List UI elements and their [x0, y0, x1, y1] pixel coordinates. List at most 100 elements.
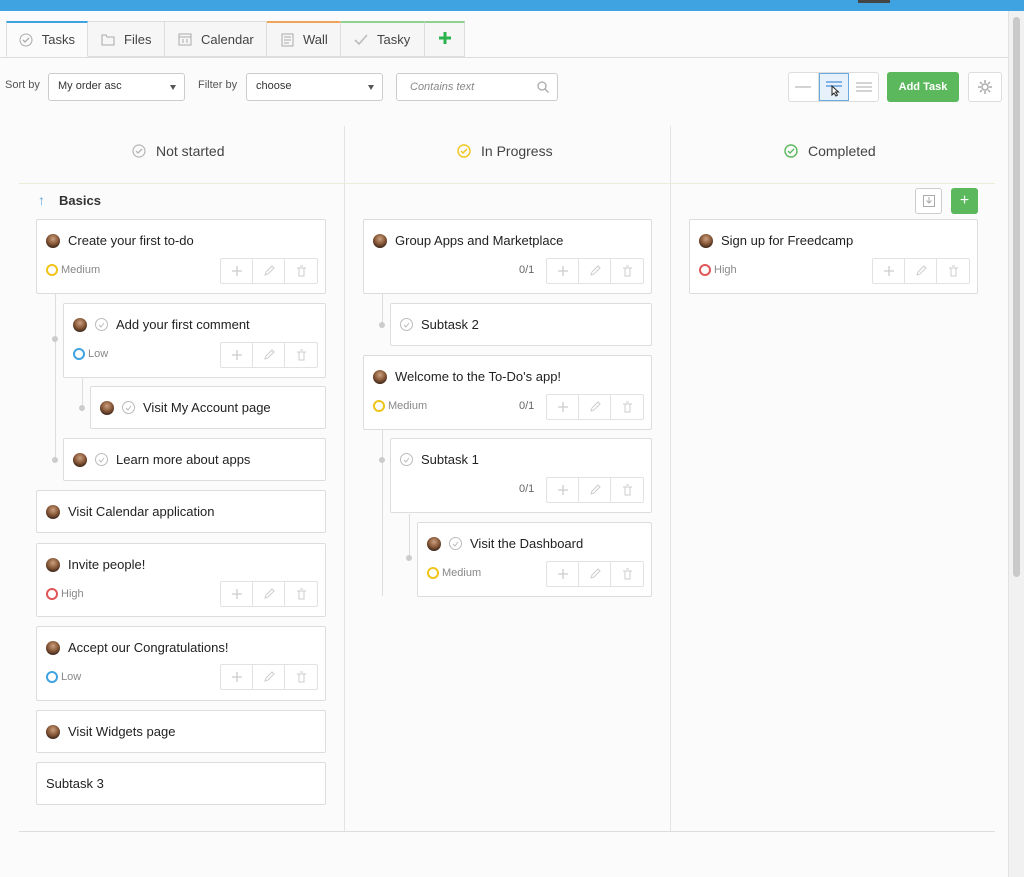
toolbar: Sort by My order asc Filter by choose Co…: [0, 72, 1008, 102]
add-group-button[interactable]: +: [951, 188, 978, 214]
task-card[interactable]: Visit Widgets page: [36, 710, 326, 753]
complete-checkbox-icon[interactable]: [95, 318, 108, 331]
settings-button[interactable]: [968, 72, 1002, 102]
delete-task-button[interactable]: [937, 259, 969, 283]
task-card[interactable]: Subtask 3: [36, 762, 326, 805]
tab-tasky[interactable]: Tasky: [341, 21, 425, 57]
complete-checkbox-icon[interactable]: [122, 401, 135, 414]
edit-task-button[interactable]: [579, 395, 611, 419]
task-card[interactable]: Visit Calendar application: [36, 490, 326, 533]
edit-task-button[interactable]: [253, 582, 285, 606]
task-group-header[interactable]: ↑ Basics: [38, 192, 101, 208]
task-title[interactable]: Accept our Congratulations!: [68, 640, 228, 655]
app-tabs: Tasks Files Calendar Wall Tasky: [6, 11, 465, 58]
scrollbar-thumb[interactable]: [1013, 17, 1020, 577]
task-title[interactable]: Subtask 1: [421, 452, 479, 467]
tab-tasks[interactable]: Tasks: [6, 21, 88, 57]
task-title[interactable]: Invite people!: [68, 557, 145, 572]
task-card[interactable]: Sign up for Freedcamp High: [689, 219, 978, 294]
task-title[interactable]: Visit Widgets page: [68, 724, 175, 739]
delete-task-button[interactable]: [611, 562, 643, 586]
edit-task-button[interactable]: [579, 259, 611, 283]
task-actions: [546, 258, 644, 284]
task-card[interactable]: Visit the Dashboard Medium: [417, 522, 652, 597]
task-title[interactable]: Learn more about apps: [116, 452, 250, 467]
task-title[interactable]: Add your first comment: [116, 317, 250, 332]
edit-task-button[interactable]: [253, 343, 285, 367]
scrollbar[interactable]: [1008, 11, 1024, 877]
add-subtask-button[interactable]: [547, 395, 579, 419]
task-title[interactable]: Welcome to the To-Do's app!: [395, 369, 561, 384]
sort-select[interactable]: My order asc: [48, 73, 185, 101]
task-title[interactable]: Group Apps and Marketplace: [395, 233, 563, 248]
filter-select[interactable]: choose: [246, 73, 383, 101]
pencil-icon: [589, 568, 601, 579]
task-card[interactable]: Visit My Account page: [90, 386, 326, 429]
edit-task-button[interactable]: [253, 259, 285, 283]
tab-files[interactable]: Files: [88, 21, 165, 57]
edit-task-button[interactable]: [579, 562, 611, 586]
trash-icon: [622, 484, 632, 496]
complete-checkbox-icon[interactable]: [400, 453, 413, 466]
task-title[interactable]: Create your first to-do: [68, 233, 194, 248]
add-subtask-button[interactable]: [547, 259, 579, 283]
filter-value: choose: [256, 80, 292, 92]
tab-wall[interactable]: Wall: [267, 21, 341, 57]
plus-icon: [231, 266, 242, 276]
user-avatar[interactable]: [858, 0, 890, 3]
complete-checkbox-icon[interactable]: [449, 537, 462, 550]
task-card[interactable]: Subtask 2: [390, 303, 652, 346]
view-compact-button[interactable]: [789, 73, 819, 101]
import-tasks-button[interactable]: [915, 188, 942, 214]
task-card[interactable]: Learn more about apps: [63, 438, 326, 481]
tab-add-app[interactable]: [425, 21, 465, 57]
plus-icon: [557, 266, 568, 276]
task-title[interactable]: Subtask 3: [46, 776, 104, 791]
task-title[interactable]: Visit My Account page: [143, 400, 271, 415]
add-subtask-button[interactable]: [547, 562, 579, 586]
task-card[interactable]: Group Apps and Marketplace 0/1: [363, 219, 652, 294]
view-expanded-button[interactable]: [849, 73, 878, 101]
delete-task-button[interactable]: [611, 259, 643, 283]
delete-task-button[interactable]: [285, 343, 317, 367]
wall-icon: [279, 32, 295, 48]
task-title[interactable]: Sign up for Freedcamp: [721, 233, 853, 248]
view-medium-button[interactable]: [818, 73, 850, 101]
task-card[interactable]: Invite people! High: [36, 543, 326, 617]
search-input[interactable]: Contains text: [396, 73, 558, 101]
tab-label: Tasks: [41, 32, 75, 47]
add-subtask-button[interactable]: [221, 343, 253, 367]
add-task-button[interactable]: Add Task: [887, 72, 959, 102]
task-card[interactable]: Welcome to the To-Do's app! Medium 0/1: [363, 355, 652, 430]
delete-task-button[interactable]: [611, 478, 643, 502]
edit-task-button[interactable]: [905, 259, 937, 283]
task-priority: High: [714, 264, 737, 276]
tab-calendar[interactable]: Calendar: [165, 21, 267, 57]
arrow-up-icon[interactable]: ↑: [38, 192, 45, 208]
assignee-avatar: [73, 317, 87, 332]
task-title[interactable]: Visit the Dashboard: [470, 536, 583, 551]
delete-task-button[interactable]: [285, 259, 317, 283]
delete-task-button[interactable]: [611, 395, 643, 419]
edit-task-button[interactable]: [253, 665, 285, 689]
task-card[interactable]: Add your first comment Low: [63, 303, 326, 378]
complete-checkbox-icon[interactable]: [95, 453, 108, 466]
tree-dot: [379, 457, 385, 463]
task-title[interactable]: Visit Calendar application: [68, 504, 214, 519]
add-subtask-button[interactable]: [221, 259, 253, 283]
edit-task-button[interactable]: [579, 478, 611, 502]
add-subtask-button[interactable]: [221, 665, 253, 689]
add-subtask-button[interactable]: [221, 582, 253, 606]
task-card[interactable]: Subtask 1 0/1: [390, 438, 652, 513]
task-priority: Low: [88, 348, 109, 360]
task-card[interactable]: Create your first to-do Medium: [36, 219, 326, 294]
add-subtask-button[interactable]: [547, 478, 579, 502]
task-card[interactable]: Accept our Congratulations! Low: [36, 626, 326, 701]
delete-task-button[interactable]: [285, 665, 317, 689]
tab-label: Files: [124, 31, 152, 47]
complete-checkbox-icon[interactable]: [400, 318, 413, 331]
task-title[interactable]: Subtask 2: [421, 317, 479, 332]
add-subtask-button[interactable]: [873, 259, 905, 283]
plus-icon: [557, 569, 568, 579]
delete-task-button[interactable]: [285, 582, 317, 606]
